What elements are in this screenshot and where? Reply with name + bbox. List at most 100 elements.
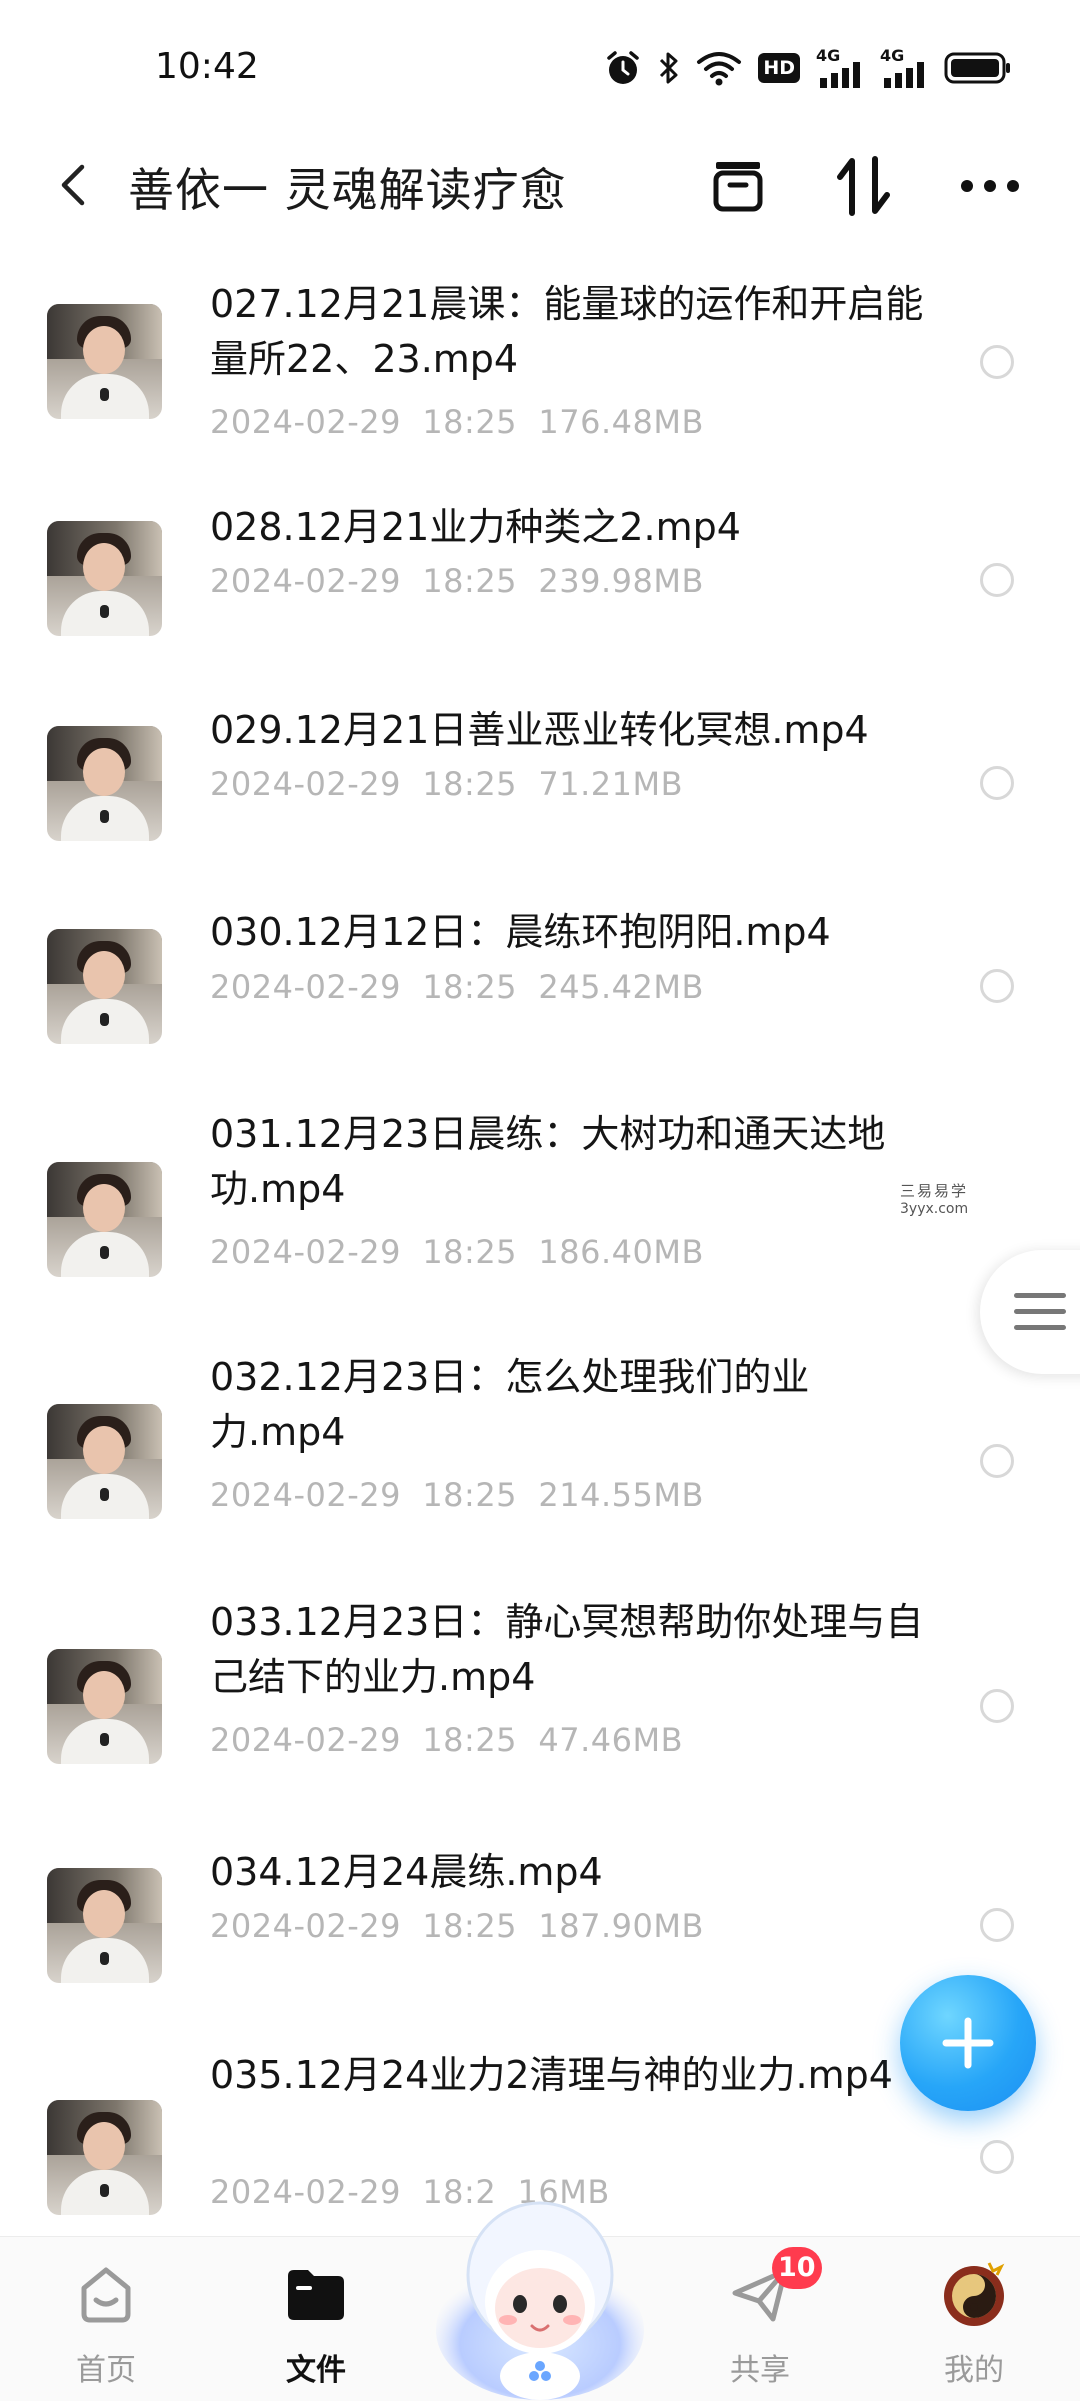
file-size: 47.46MB	[538, 1721, 684, 1759]
file-meta: 2024-02-29 18:25 187.90MB	[210, 1907, 704, 1945]
nav-profile[interactable]: 我的	[894, 2237, 1054, 2401]
select-checkbox[interactable]	[980, 1689, 1014, 1723]
nav-files[interactable]: 文件	[236, 2237, 396, 2401]
nav-label: 我的	[944, 2353, 1004, 2388]
file-name: 031.12月23日晨练：大树功和通天达地功.mp4	[210, 1112, 886, 1211]
archive-icon	[713, 162, 763, 212]
file-meta: 2024-02-29 18:25 239.98MB	[210, 562, 704, 600]
select-checkbox[interactable]	[980, 969, 1014, 1003]
watermark-title: 三易易学	[900, 1182, 969, 1200]
file-size: 214.55MB	[538, 1476, 704, 1514]
folder-icon	[281, 2259, 351, 2329]
hd-icon: HD	[758, 53, 800, 83]
file-name: 027.12月21晨课：能量球的运作和开启能量所22、23.mp4	[210, 282, 924, 381]
video-thumbnail	[47, 929, 162, 1044]
file-time: 18:25	[422, 968, 518, 1006]
file-size: 186.40MB	[538, 1233, 704, 1271]
add-button[interactable]	[900, 1975, 1036, 2111]
select-checkbox[interactable]	[980, 1444, 1014, 1478]
file-date: 2024-02-29	[210, 403, 401, 441]
profile-avatar-icon	[939, 2259, 1009, 2329]
select-checkbox[interactable]	[980, 345, 1014, 379]
assistant-mascot-button[interactable]	[428, 2180, 652, 2400]
status-time: 10:42	[155, 46, 259, 87]
file-time: 18:25	[422, 1233, 518, 1271]
more-options-button[interactable]	[952, 148, 1028, 224]
watermark-url: 3yyx.com	[900, 1201, 969, 1217]
file-date: 2024-02-29	[210, 968, 401, 1006]
file-date: 2024-02-29	[210, 1721, 401, 1759]
home-icon	[71, 2259, 141, 2329]
file-date: 2024-02-29	[210, 2173, 401, 2211]
file-list: 027.12月21晨课：能量球的运作和开启能量所22、23.mp4 2024-0…	[0, 250, 1080, 2235]
file-size: 187.90MB	[538, 1907, 704, 1945]
menu-lines-icon	[1014, 1293, 1066, 1298]
video-thumbnail	[47, 521, 162, 636]
file-time: 18:25	[422, 1721, 518, 1759]
file-row[interactable]: 034.12月24晨练.mp4 2024-02-29 18:25 187.90M…	[0, 1818, 1080, 2023]
file-name: 029.12月21日善业恶业转化冥想.mp4	[210, 708, 869, 752]
file-meta: 2024-02-29 18:25 176.48MB	[210, 403, 704, 441]
file-meta: 2024-02-29 18:25 186.40MB	[210, 1233, 704, 1271]
file-row[interactable]: 028.12月21业力种类之2.mp4 2024-02-29 18:25 239…	[0, 465, 1080, 670]
chevron-left-icon	[61, 164, 85, 206]
select-checkbox[interactable]	[980, 766, 1014, 800]
select-checkbox[interactable]	[980, 563, 1014, 597]
more-icon	[961, 180, 1019, 192]
wifi-icon	[697, 52, 742, 86]
status-icons: HD 4G 4G	[604, 46, 1012, 90]
select-checkbox[interactable]	[980, 1908, 1014, 1942]
bluetooth-icon	[660, 52, 678, 84]
archive-button[interactable]	[700, 148, 776, 224]
menu-line	[1014, 1309, 1066, 1314]
file-size: 71.21MB	[538, 765, 684, 803]
menu-line	[1014, 1325, 1066, 1330]
page-title: 善依一 灵魂解读疗愈	[128, 163, 567, 217]
back-button[interactable]	[44, 156, 102, 214]
assistant-mascot-icon	[436, 2201, 644, 2400]
file-name: 035.12月24业力2清理与神的业力.mp4	[210, 2053, 893, 2097]
file-date: 2024-02-29	[210, 1476, 401, 1514]
watermark: 三易易学 3yyx.com	[900, 1180, 1000, 1217]
file-size: 239.98MB	[538, 562, 704, 600]
file-time: 18:25	[422, 562, 518, 600]
top-app-bar: 善依一 灵魂解读疗愈	[0, 130, 1080, 250]
file-row[interactable]: 032.12月23日：怎么处理我们的业力.mp4 2024-02-29 18:2…	[0, 1328, 1080, 1573]
video-thumbnail	[47, 1868, 162, 1983]
file-row[interactable]: 033.12月23日：静心冥想帮助你处理与自己结下的业力.mp4 2024-02…	[0, 1573, 1080, 1818]
signal-4g-icon: 4G	[816, 46, 864, 88]
file-date: 2024-02-29	[210, 765, 401, 803]
file-time: 18:25	[422, 403, 518, 441]
video-thumbnail	[47, 304, 162, 419]
nav-label: 共享	[730, 2353, 790, 2388]
file-date: 2024-02-29	[210, 1907, 401, 1945]
file-name: 028.12月21业力种类之2.mp4	[210, 505, 741, 549]
video-thumbnail	[47, 726, 162, 841]
notification-badge: 10	[772, 2247, 822, 2289]
file-time: 18:25	[422, 1907, 518, 1945]
video-thumbnail	[47, 1649, 162, 1764]
status-bar: 10:42 HD 4G 4G	[0, 0, 1080, 130]
file-row[interactable]: 029.12月21日善业恶业转化冥想.mp4 2024-02-29 18:25 …	[0, 670, 1080, 875]
battery-icon	[944, 52, 1010, 84]
file-meta: 2024-02-29 18:25 245.42MB	[210, 968, 704, 1006]
nav-share[interactable]: 10 共享	[680, 2237, 840, 2401]
video-thumbnail	[47, 2100, 162, 2215]
nav-home[interactable]: 首页	[26, 2237, 186, 2401]
sort-button[interactable]	[826, 148, 902, 224]
plus-icon	[942, 2017, 994, 2069]
file-meta: 2024-02-29 18:25 214.55MB	[210, 1476, 704, 1514]
video-thumbnail	[47, 1404, 162, 1519]
file-name: 032.12月23日：怎么处理我们的业力.mp4	[210, 1355, 810, 1454]
file-size: 245.42MB	[538, 968, 704, 1006]
file-date: 2024-02-29	[210, 562, 401, 600]
file-row[interactable]: 030.12月12日：晨练环抱阴阳.mp4 2024-02-29 18:25 2…	[0, 875, 1080, 1080]
file-name: 030.12月12日：晨练环抱阴阳.mp4	[210, 910, 831, 954]
file-name: 034.12月24晨练.mp4	[210, 1850, 603, 1894]
hd-label: HD	[763, 57, 795, 79]
file-row[interactable]: 027.12月21晨课：能量球的运作和开启能量所22、23.mp4 2024-0…	[0, 250, 1080, 465]
file-name: 033.12月23日：静心冥想帮助你处理与自己结下的业力.mp4	[210, 1600, 924, 1699]
select-checkbox[interactable]	[980, 2140, 1014, 2174]
file-size: 176.48MB	[538, 403, 704, 441]
file-time: 18:25	[422, 1476, 518, 1514]
